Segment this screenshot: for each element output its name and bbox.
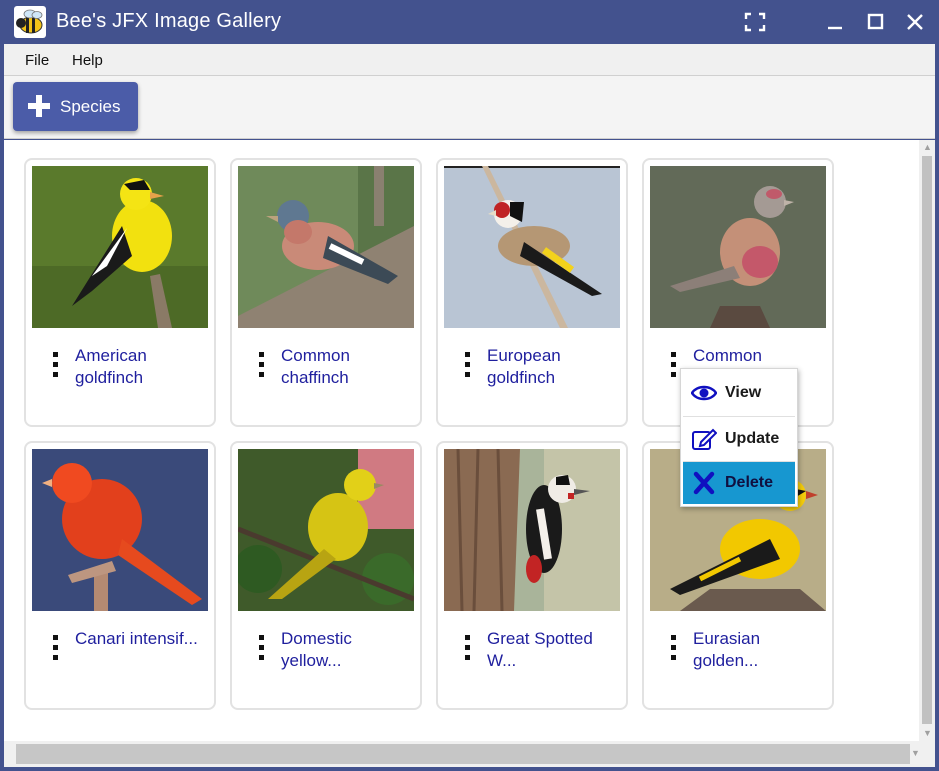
- context-update-item[interactable]: Update: [683, 418, 795, 460]
- window-title: Bee's JFX Image Gallery: [56, 10, 282, 32]
- card-title: Common chaffinch: [281, 346, 350, 387]
- card-title: American goldfinch: [75, 346, 147, 387]
- edit-icon: [691, 427, 718, 451]
- fullscreen-icon[interactable]: [740, 8, 770, 36]
- horizontal-scrollbar[interactable]: ▼: [4, 741, 935, 767]
- title-bar[interactable]: Bee's JFX Image Gallery: [0, 0, 939, 44]
- card-title: European goldfinch: [487, 346, 561, 387]
- card-menu-icon[interactable]: [464, 635, 472, 661]
- context-view-label: View: [725, 384, 762, 401]
- toolbar: Species: [4, 76, 935, 139]
- gallery-card[interactable]: Common chaffinch: [230, 158, 422, 427]
- context-delete-label: Delete: [725, 474, 774, 491]
- minimize-icon[interactable]: [820, 8, 850, 36]
- bird-photo[interactable]: [32, 449, 208, 611]
- bird-photo[interactable]: [650, 166, 826, 328]
- gallery-card[interactable]: American goldfinch: [24, 158, 216, 427]
- card-menu-icon[interactable]: [670, 352, 678, 378]
- card-context-menu: View Update Delete: [680, 368, 798, 507]
- card-title: Eurasian golden...: [693, 629, 761, 670]
- menu-help[interactable]: Help: [72, 52, 103, 69]
- card-title: Canari intensif...: [75, 629, 198, 648]
- bird-photo[interactable]: [444, 166, 620, 328]
- x-icon: [691, 471, 717, 495]
- vertical-scroll-thumb[interactable]: [922, 156, 932, 724]
- card-menu-icon[interactable]: [258, 635, 266, 661]
- bird-photo[interactable]: [32, 166, 208, 328]
- menu-divider: [683, 416, 795, 417]
- card-title: Domestic yellow...: [281, 629, 352, 670]
- card-menu-icon[interactable]: [670, 635, 678, 661]
- add-species-button[interactable]: Species: [13, 82, 138, 131]
- bee-logo-icon: [14, 6, 46, 38]
- card-menu-icon[interactable]: [464, 352, 472, 378]
- scroll-up-icon[interactable]: ▲: [923, 142, 932, 152]
- plus-icon: [27, 94, 51, 118]
- menu-bar: File Help: [4, 44, 935, 76]
- gallery-card[interactable]: European goldfinch: [436, 158, 628, 427]
- context-view-item[interactable]: View: [683, 372, 795, 414]
- context-update-label: Update: [725, 430, 780, 447]
- maximize-icon[interactable]: [860, 8, 890, 36]
- horizontal-scroll-thumb[interactable]: [16, 744, 910, 764]
- bird-photo[interactable]: [238, 166, 414, 328]
- bird-photo[interactable]: [238, 449, 414, 611]
- card-menu-icon[interactable]: [52, 635, 60, 661]
- add-species-label: Species: [60, 97, 121, 116]
- menu-file[interactable]: File: [25, 52, 49, 69]
- scroll-down-icon[interactable]: ▼: [923, 728, 932, 738]
- card-menu-icon[interactable]: [258, 352, 266, 378]
- gallery-card[interactable]: Domestic yellow...: [230, 441, 422, 710]
- card-title: Common: [693, 346, 762, 365]
- gallery-card[interactable]: Canari intensif...: [24, 441, 216, 710]
- vertical-scrollbar[interactable]: ▲ ▼: [919, 140, 935, 741]
- card-menu-icon[interactable]: [52, 352, 60, 378]
- context-delete-item[interactable]: Delete: [683, 462, 795, 504]
- close-icon[interactable]: [900, 8, 930, 36]
- eye-icon: [690, 381, 718, 405]
- bird-photo[interactable]: [444, 449, 620, 611]
- gallery-card[interactable]: Great Spotted W...: [436, 441, 628, 710]
- app-window: Bee's JFX Image Gallery File Help Specie…: [0, 0, 939, 771]
- scroll-right-icon[interactable]: ▼: [911, 748, 920, 758]
- card-title: Great Spotted W...: [487, 629, 593, 670]
